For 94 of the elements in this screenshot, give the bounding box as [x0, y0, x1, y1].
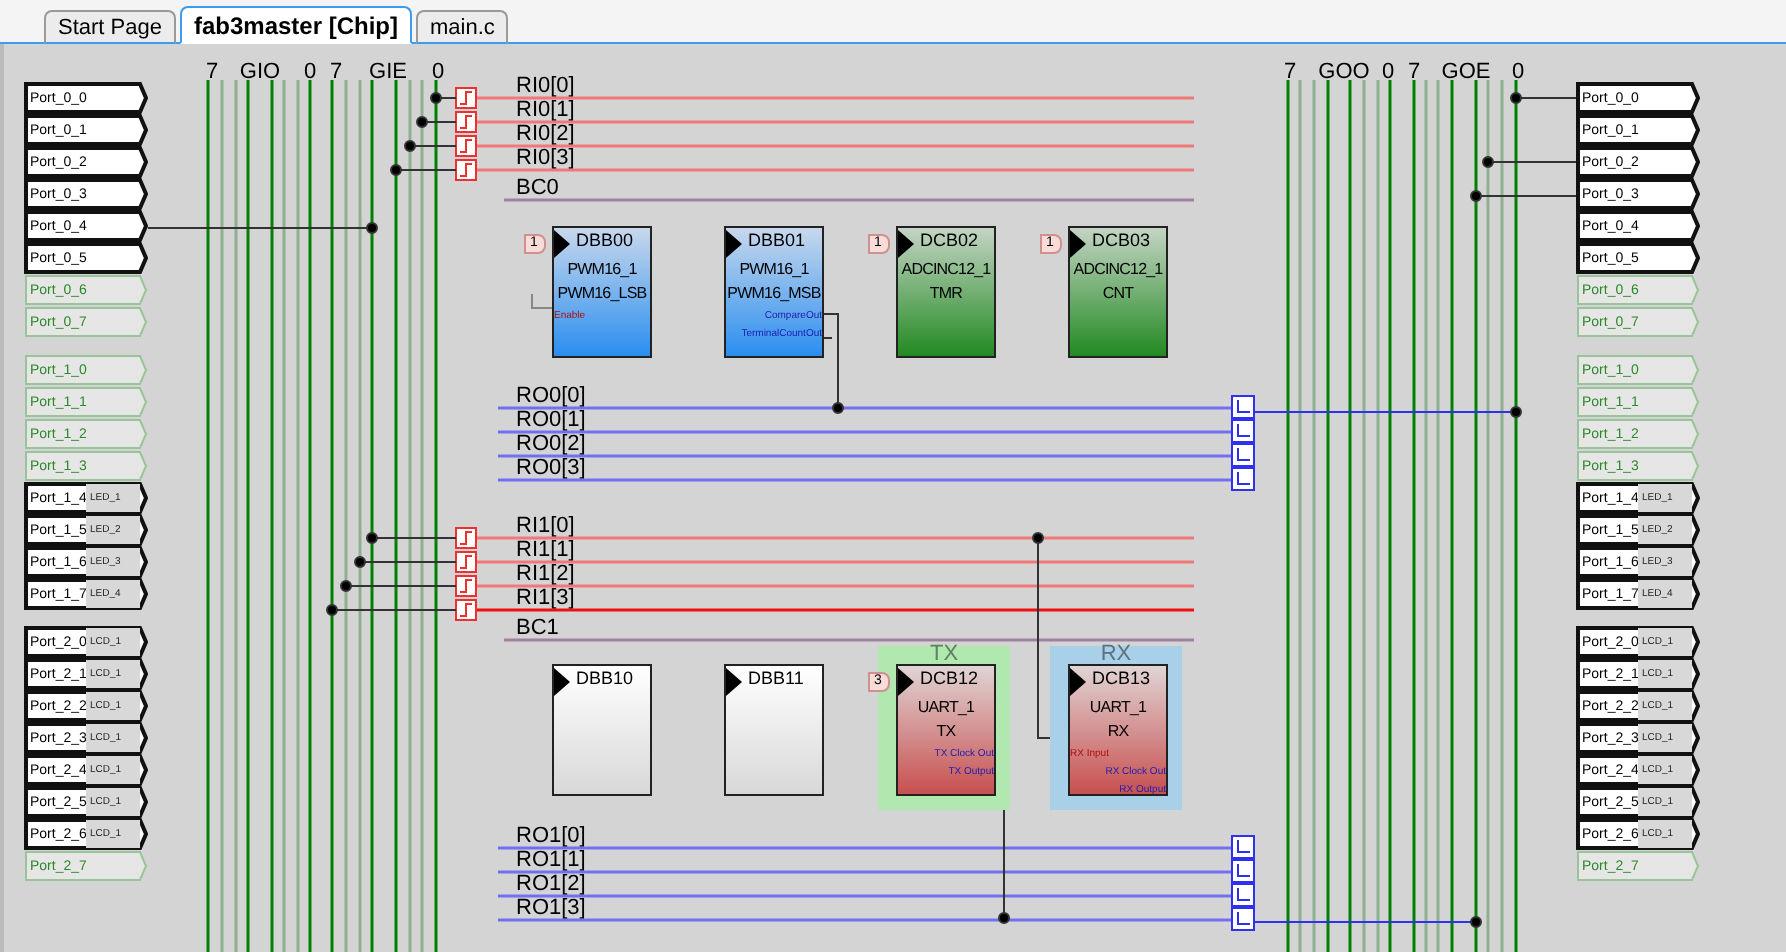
signal-label: RO0[3] [516, 456, 586, 480]
tab[interactable]: Start Page [44, 10, 176, 44]
signal-label: RO1[3] [516, 896, 586, 920]
signal-label: BC1 [516, 616, 559, 640]
block-id: DCB12 [920, 668, 979, 690]
bus-header: GOE [1441, 60, 1491, 84]
clock-icon [726, 668, 742, 696]
bus-header: 0 [1381, 60, 1395, 84]
block-name: UART_1 [917, 696, 975, 720]
clock-icon [554, 668, 570, 696]
bus-header: 0 [1511, 60, 1525, 84]
block-name: UART_1 [1089, 696, 1147, 720]
tab[interactable]: main.c [416, 10, 509, 44]
latch-icon [1231, 443, 1255, 467]
wire [821, 313, 844, 414]
clock-icon [898, 230, 914, 258]
sync-icon [455, 551, 477, 573]
bus-header: 7 [1283, 60, 1297, 84]
clock-icon [726, 230, 742, 258]
ground-wire [531, 293, 553, 309]
signal-label: RI1[3] [516, 586, 575, 610]
signal-label: RI1[0] [516, 514, 575, 538]
block-id: DCB02 [920, 230, 979, 252]
latch-icon [1231, 907, 1255, 931]
block[interactable]: DBB10 [552, 664, 652, 796]
block-id: DCB13 [1092, 668, 1151, 690]
signal-label: RI1[1] [516, 538, 575, 562]
latch-icon [1231, 883, 1255, 907]
latch-icon [1231, 467, 1255, 491]
bus-header: 7 [1407, 60, 1421, 84]
bus-header: 7 [205, 60, 219, 84]
block-name: TMR [929, 282, 963, 306]
wire [1482, 156, 1577, 168]
bus-header: GOO [1318, 60, 1370, 84]
block-name: PWM16_MSB [727, 282, 821, 306]
wire [390, 164, 457, 176]
clock-icon [1070, 230, 1086, 258]
block-name: PWM16_1 [739, 258, 809, 282]
block-id: DBB10 [576, 668, 634, 690]
clock-icon [898, 668, 914, 696]
latch-icon [1231, 859, 1255, 883]
block-name: CNT [1102, 282, 1134, 306]
wire [1510, 92, 1577, 104]
wire [416, 116, 457, 128]
tab[interactable]: fab3master [Chip] [179, 6, 413, 44]
latch-icon [1231, 835, 1255, 859]
wire [354, 556, 457, 568]
wire [1470, 190, 1577, 202]
bus-header: 0 [303, 60, 317, 84]
wire [326, 604, 457, 616]
wire [430, 92, 457, 104]
signal-label: RO1[0] [516, 824, 586, 848]
latch-icon [1231, 419, 1255, 443]
block-id: DBB11 [748, 668, 804, 690]
sync-icon [455, 135, 477, 157]
signal-label: RI0[0] [516, 74, 575, 98]
sync-icon [455, 87, 477, 109]
block-name: PWM16_LSB [557, 282, 647, 306]
wire [366, 532, 457, 544]
latch-icon [1231, 395, 1255, 419]
clock-icon [1070, 668, 1086, 696]
signal-label: RO1[1] [516, 848, 586, 872]
signal-label: RI0[2] [516, 122, 575, 146]
signal-label: RI0[1] [516, 98, 575, 122]
block-id: DCB03 [1092, 230, 1151, 252]
signal-label: RO0[0] [516, 384, 586, 408]
sync-icon [455, 599, 477, 621]
signal-label: RI1[2] [516, 562, 575, 586]
bus-header: GIO [239, 60, 281, 84]
block-name: PWM16_1 [567, 258, 637, 282]
block-name: ADCINC12_1 [1073, 258, 1163, 282]
group-label: TX [929, 646, 959, 664]
signal-label: BC0 [516, 176, 559, 200]
signal-label: RO0[2] [516, 432, 586, 456]
block-id: DBB01 [748, 230, 806, 252]
bus-header: 0 [431, 60, 445, 84]
signal-label: RI0[3] [516, 146, 575, 170]
signal-label: RO0[1] [516, 408, 586, 432]
bus-header: GIE [369, 60, 407, 84]
block-name: ADCINC12_1 [901, 258, 991, 282]
wire [404, 140, 457, 152]
block-id: DBB00 [576, 230, 634, 252]
sync-icon [455, 527, 477, 549]
signal-label: RO1[2] [516, 872, 586, 896]
sync-icon [455, 575, 477, 597]
block-name: RX [1107, 720, 1129, 744]
bus-header: 7 [329, 60, 343, 84]
block[interactable]: DBB11 [724, 664, 824, 796]
sync-icon [455, 111, 477, 133]
group-label: RX [1100, 646, 1132, 664]
clock-icon [554, 230, 570, 258]
wire [340, 580, 457, 592]
sync-icon [455, 159, 477, 181]
block-name: TX [936, 720, 956, 744]
